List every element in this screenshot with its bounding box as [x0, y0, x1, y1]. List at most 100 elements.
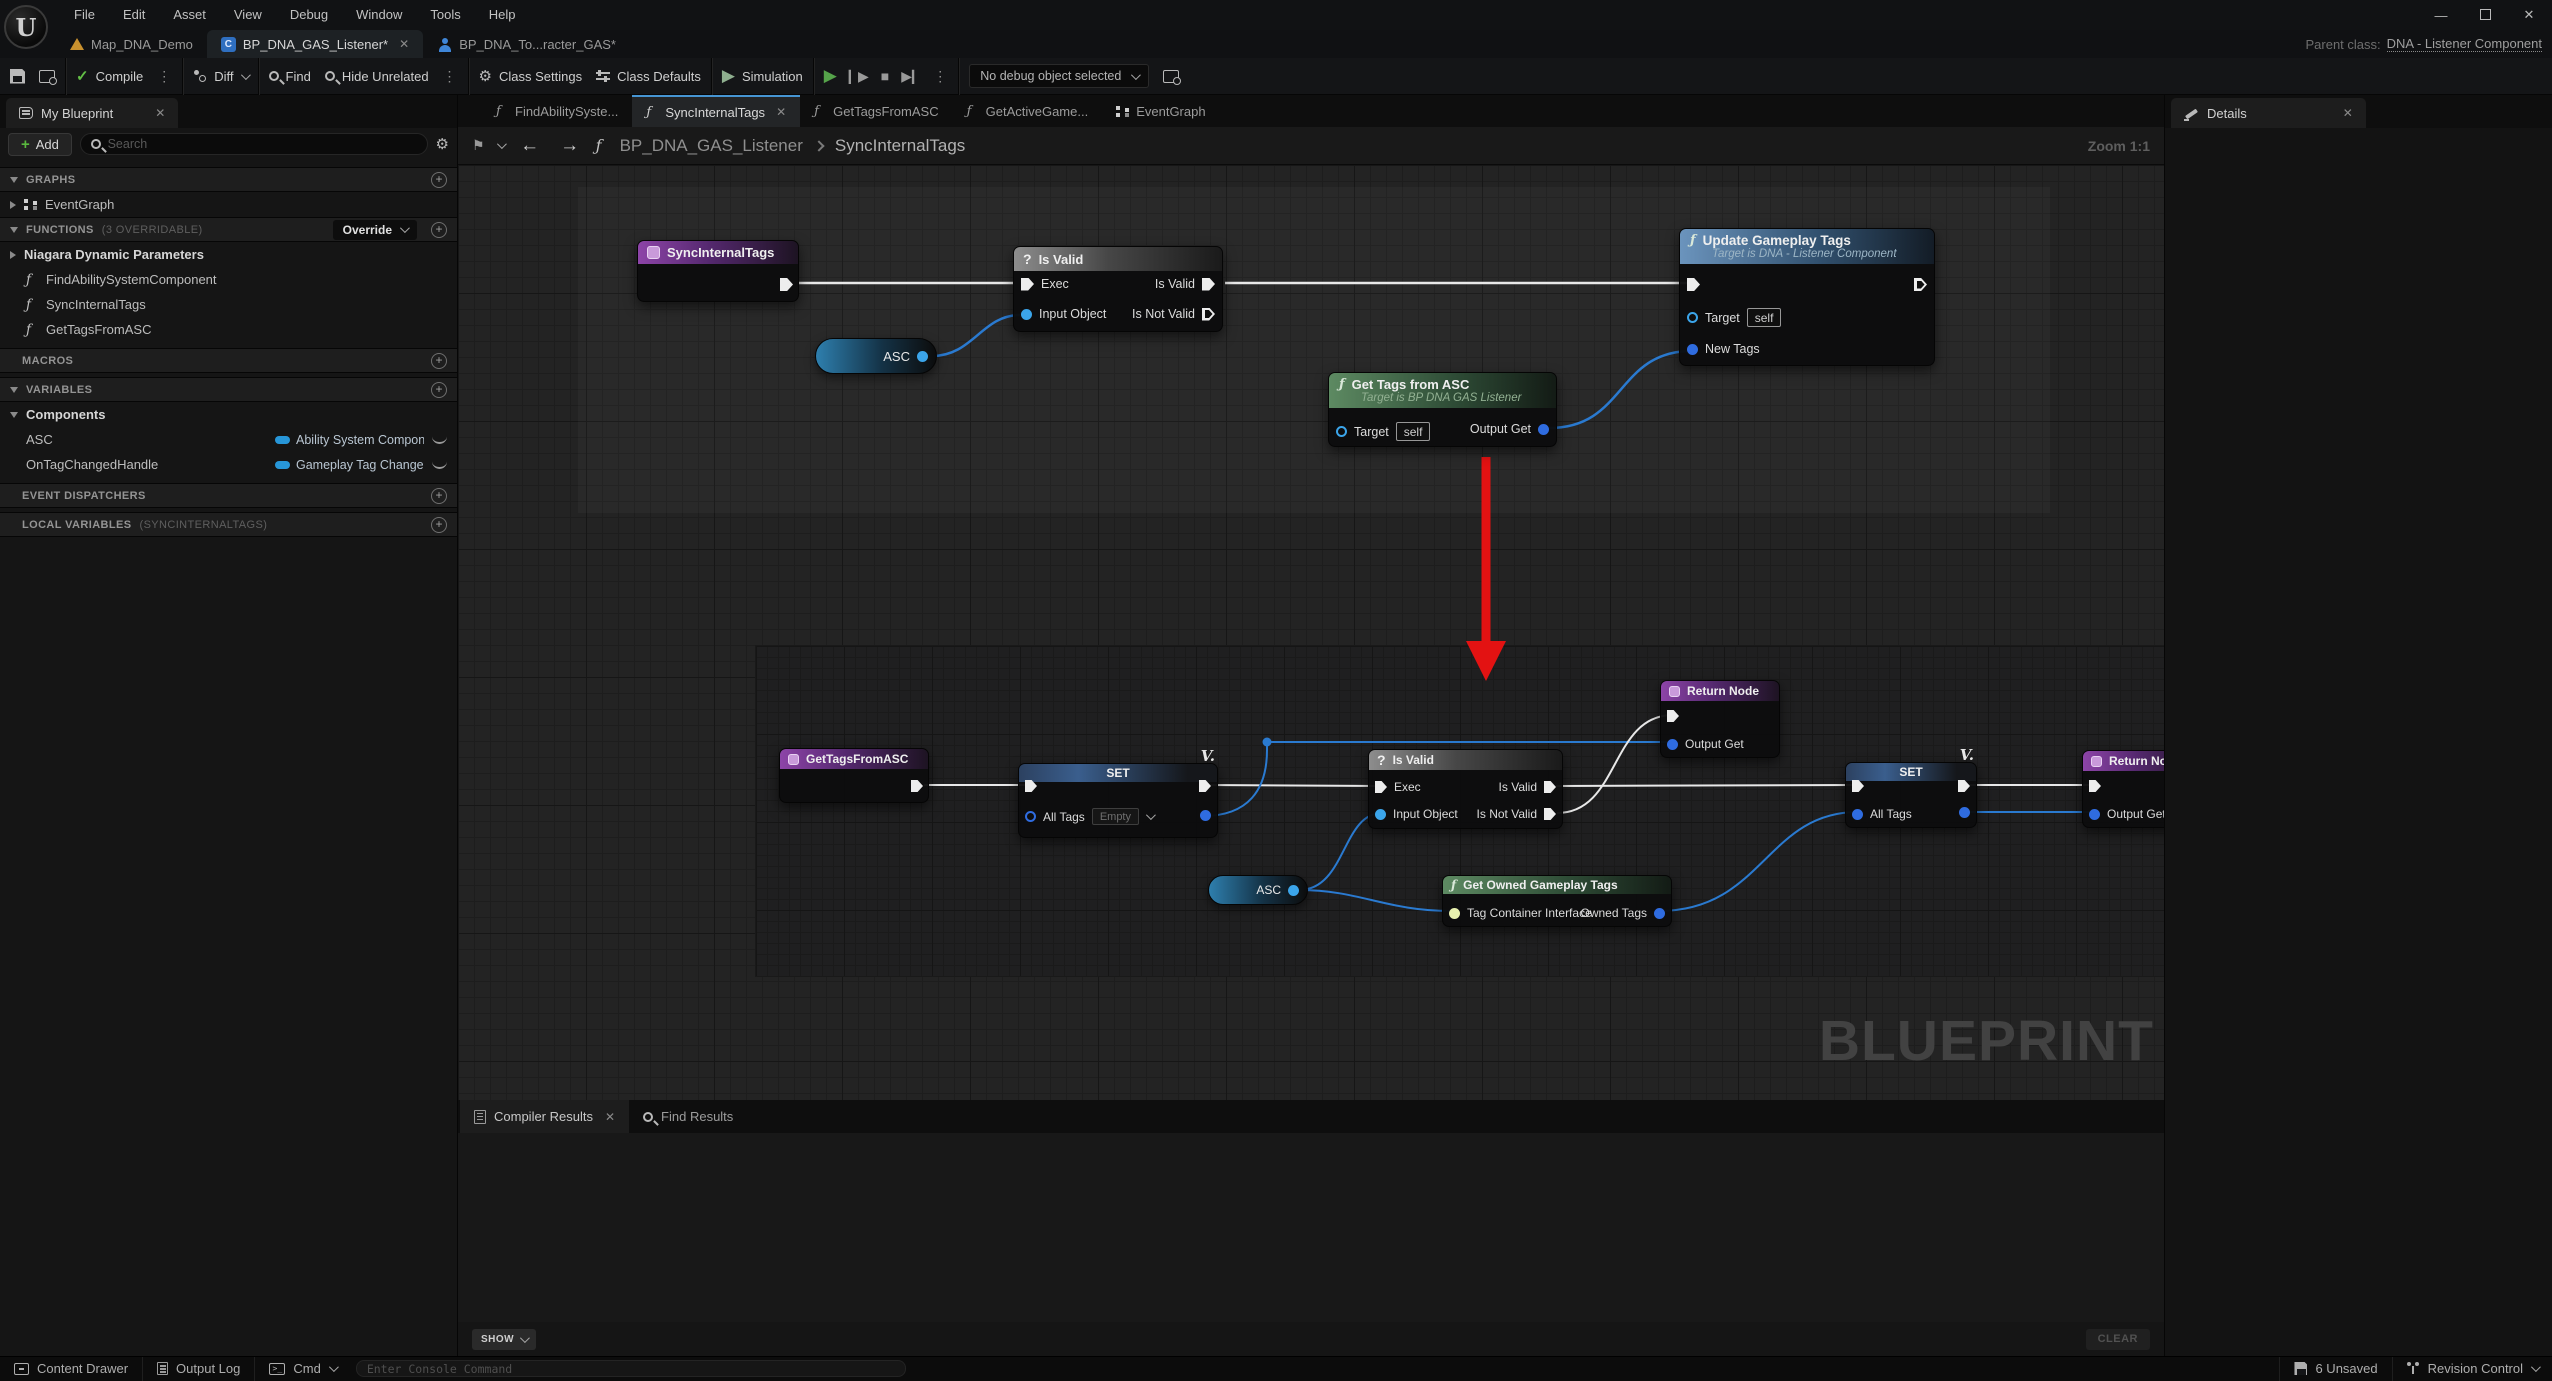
menu-debug[interactable]: Debug	[276, 0, 342, 30]
graph-tab-findabilitysystem[interactable]: ƒ FindAbilitySyste...	[482, 95, 632, 127]
breadcrumb-root[interactable]: BP_DNA_GAS_Listener	[620, 136, 803, 156]
exec-in-pin[interactable]	[1852, 780, 1864, 792]
variable-item-ontagchangedhandle[interactable]: OnTagChangedHandle Gameplay Tag Changed	[0, 452, 457, 477]
exec-in-pin[interactable]	[2089, 780, 2101, 792]
revision-control-button[interactable]: Revision Control	[2393, 1357, 2552, 1381]
chevron-down-icon[interactable]	[1146, 810, 1156, 820]
object-pin[interactable]	[1375, 809, 1386, 820]
exec-out-pin[interactable]	[911, 780, 923, 792]
graph-tab-gettagsfromasc[interactable]: ƒ GetTagsFromASC	[800, 95, 952, 127]
close-panel-icon[interactable]: ✕	[155, 106, 165, 120]
add-dispatcher-icon[interactable]: +	[431, 488, 447, 504]
browse-asset-icon[interactable]	[39, 70, 55, 83]
graph-tab-eventgraph[interactable]: EventGraph	[1102, 95, 1219, 127]
graph-tab-syncinternaltags[interactable]: ƒ SyncInternalTags ✕	[632, 95, 800, 127]
variables-section-header[interactable]: VARIABLES +	[0, 377, 457, 402]
alltags-value-dropdown[interactable]: Empty	[1092, 808, 1139, 825]
save-icon[interactable]	[10, 69, 25, 84]
function-item[interactable]: ƒ FindAbilitySystemComponent	[0, 267, 457, 292]
owned-tags-pin[interactable]	[1654, 908, 1665, 919]
node-isvalid-1[interactable]: ? Is Valid Exec Is Valid Input Object Is…	[1013, 246, 1223, 332]
function-item[interactable]: ƒ SyncInternalTags	[0, 292, 457, 317]
details-tab[interactable]: Details ✕	[2171, 98, 2366, 128]
node-set-alltags-2[interactable]: V. SET All Tags	[1845, 762, 1977, 828]
close-panel-icon[interactable]: ✕	[2343, 106, 2353, 120]
exec-out-pin[interactable]	[780, 278, 793, 291]
node-set-alltags-1[interactable]: V. SET All Tags Empty	[1018, 763, 1218, 838]
output-get-pin[interactable]	[2089, 809, 2100, 820]
alltags-in-pin[interactable]	[1852, 809, 1863, 820]
add-macro-icon[interactable]: +	[431, 353, 447, 369]
node-get-owned-gameplay-tags[interactable]: ƒ Get Owned Gameplay Tags Tag Container …	[1442, 875, 1672, 927]
target-value-box[interactable]: self	[1747, 308, 1782, 327]
skip-button[interactable]: ▶	[901, 68, 921, 85]
menu-tools[interactable]: Tools	[416, 0, 474, 30]
node-return-2[interactable]: Return Node Output Get	[2082, 750, 2164, 828]
menu-view[interactable]: View	[220, 0, 276, 30]
menu-help[interactable]: Help	[475, 0, 530, 30]
stop-button[interactable]: ■	[881, 68, 889, 84]
node-return-1[interactable]: Return Node Output Get	[1660, 680, 1780, 758]
asset-tab-bp-dna-gas-listener[interactable]: C BP_DNA_GAS_Listener* ✕	[207, 30, 423, 58]
panel-settings-icon[interactable]: ⚙	[436, 135, 449, 153]
object-pin[interactable]	[1021, 309, 1032, 320]
exec-out-pin[interactable]	[1202, 308, 1215, 321]
tags-pin[interactable]	[1687, 344, 1698, 355]
macros-section-header[interactable]: MACROS +	[0, 348, 457, 373]
object-out-pin[interactable]	[917, 351, 928, 362]
alltags-out-pin[interactable]	[1200, 810, 1211, 821]
visibility-eye-icon[interactable]	[432, 436, 447, 444]
debug-object-dropdown[interactable]: No debug object selected	[969, 64, 1149, 88]
simulation-button[interactable]: ▶ Simulation	[722, 66, 803, 86]
add-function-icon[interactable]: +	[431, 222, 447, 238]
asset-tab-map-dna-demo[interactable]: Map_DNA_Demo	[56, 30, 207, 58]
alltags-in-pin[interactable]	[1025, 811, 1036, 822]
chevron-down-icon[interactable]	[497, 139, 507, 149]
parent-class-link[interactable]: DNA - Listener Component	[2387, 36, 2542, 52]
add-button[interactable]: + Add	[8, 133, 72, 156]
output-get-pin[interactable]	[1538, 424, 1549, 435]
menu-file[interactable]: File	[60, 0, 109, 30]
exec-in-pin[interactable]	[1687, 278, 1700, 291]
compile-button[interactable]: ✓ Compile	[76, 67, 143, 85]
cmd-dropdown[interactable]: >_ Cmd	[255, 1357, 349, 1381]
exec-in-pin[interactable]	[1021, 278, 1034, 291]
add-variable-icon[interactable]: +	[431, 382, 447, 398]
close-tab-icon[interactable]: ✕	[399, 37, 409, 51]
step-forward-button[interactable]: ▶	[849, 68, 869, 85]
tag-container-interface-pin[interactable]	[1449, 908, 1460, 919]
maximize-icon[interactable]	[2476, 8, 2494, 23]
browse-debug-icon[interactable]	[1163, 70, 1179, 83]
event-dispatchers-section-header[interactable]: EVENT DISPATCHERS +	[0, 483, 457, 508]
my-blueprint-tab[interactable]: My Blueprint ✕	[6, 98, 178, 128]
unsaved-button[interactable]: 6 Unsaved	[2280, 1357, 2391, 1381]
local-variables-section-header[interactable]: LOCAL VARIABLES (SYNCINTERNALTAGS) +	[0, 512, 457, 537]
alltags-out-pin[interactable]	[1959, 807, 1970, 818]
console-command-input[interactable]	[367, 1362, 895, 1376]
play-options-icon[interactable]: ⋮	[933, 68, 948, 85]
node-asc-variable[interactable]: ASC	[815, 338, 937, 374]
eventgraph-item[interactable]: EventGraph	[0, 192, 457, 217]
diff-button[interactable]: Diff	[193, 69, 247, 84]
bookmark-icon[interactable]: ⚑	[472, 137, 485, 154]
class-settings-button[interactable]: ⚙ Class Settings	[479, 67, 583, 85]
hide-unrelated-button[interactable]: Hide Unrelated	[325, 69, 429, 84]
graphs-section-header[interactable]: GRAPHS +	[0, 167, 457, 192]
graph-canvas[interactable]: BLUEPRINT	[458, 165, 2164, 1100]
close-tab-icon[interactable]: ✕	[605, 1110, 615, 1124]
close-icon[interactable]: ✕	[2520, 7, 2538, 23]
node-gettagsfromasc-event[interactable]: GetTagsFromASC	[779, 748, 929, 803]
add-local-variable-icon[interactable]: +	[431, 517, 447, 533]
variable-item-asc[interactable]: ASC Ability System Compone	[0, 427, 457, 452]
target-value-box[interactable]: self	[1396, 422, 1431, 441]
search-input[interactable]	[108, 137, 417, 151]
exec-out-pin[interactable]	[1544, 808, 1556, 820]
output-get-pin[interactable]	[1667, 739, 1678, 750]
node-syncinternaltags-event[interactable]: SyncInternalTags	[637, 240, 799, 302]
show-filter-dropdown[interactable]: SHOW	[472, 1329, 536, 1350]
compiler-results-tab[interactable]: Compiler Results ✕	[460, 1100, 629, 1133]
compile-options-icon[interactable]: ⋮	[157, 68, 172, 85]
node-asc-variable-2[interactable]: ASC	[1208, 875, 1308, 905]
close-tab-icon[interactable]: ✕	[776, 105, 786, 119]
content-drawer-button[interactable]: Content Drawer	[0, 1357, 142, 1381]
